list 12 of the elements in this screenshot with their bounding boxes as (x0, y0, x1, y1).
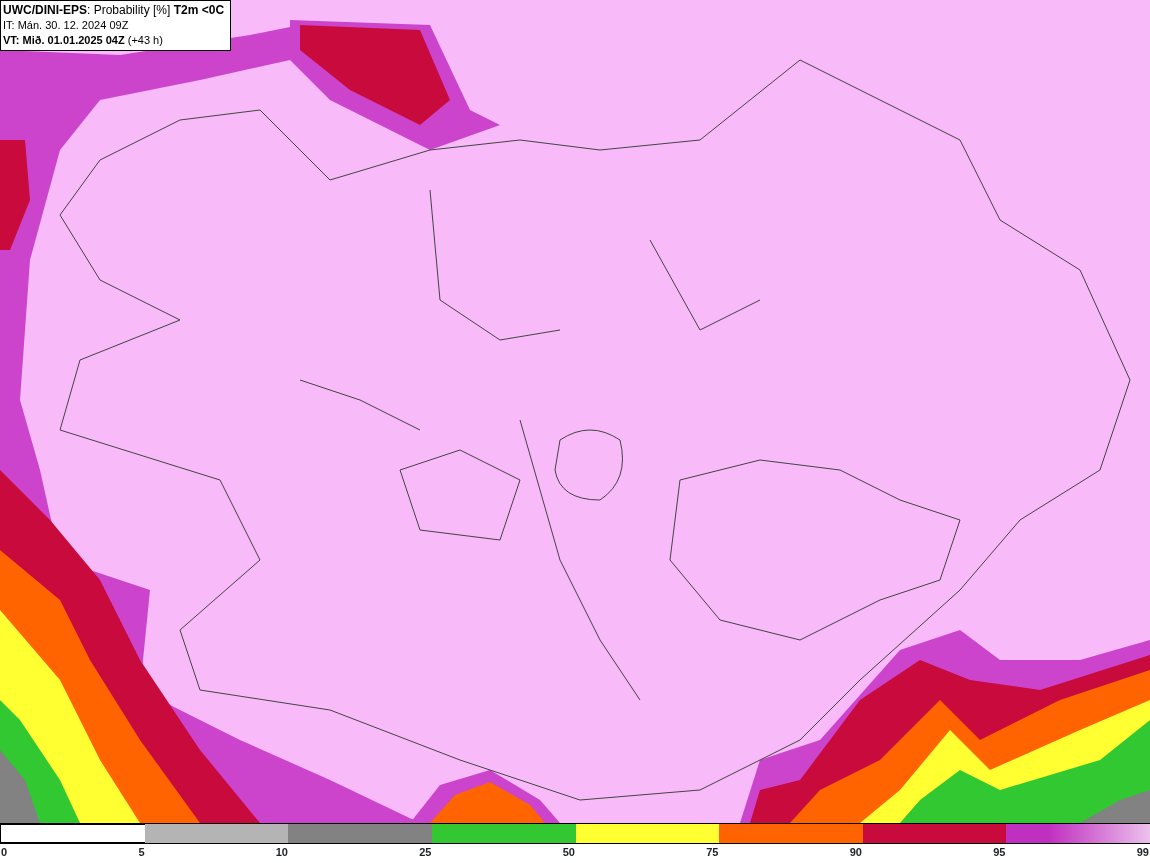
legend-label: 25 (419, 845, 432, 860)
valid-time: VT: Mið. 01.01.2025 04Z (+43 h) (3, 33, 164, 48)
model-title: UWC/DINI-EPS: Probability [%] T2m <0C (3, 3, 225, 18)
issue-time: IT: Mán. 30. 12. 2024 09Z (3, 18, 130, 33)
legend-label: 90 (849, 845, 862, 860)
legend-label: 5 (138, 845, 145, 860)
legend-label: 99 (1136, 845, 1149, 860)
legend-label: 50 (562, 845, 575, 860)
legend-label: 95 (993, 845, 1006, 860)
legend-label: 0 (1, 845, 8, 860)
legend-label: 10 (275, 845, 288, 860)
legend-label: 75 (706, 845, 719, 860)
